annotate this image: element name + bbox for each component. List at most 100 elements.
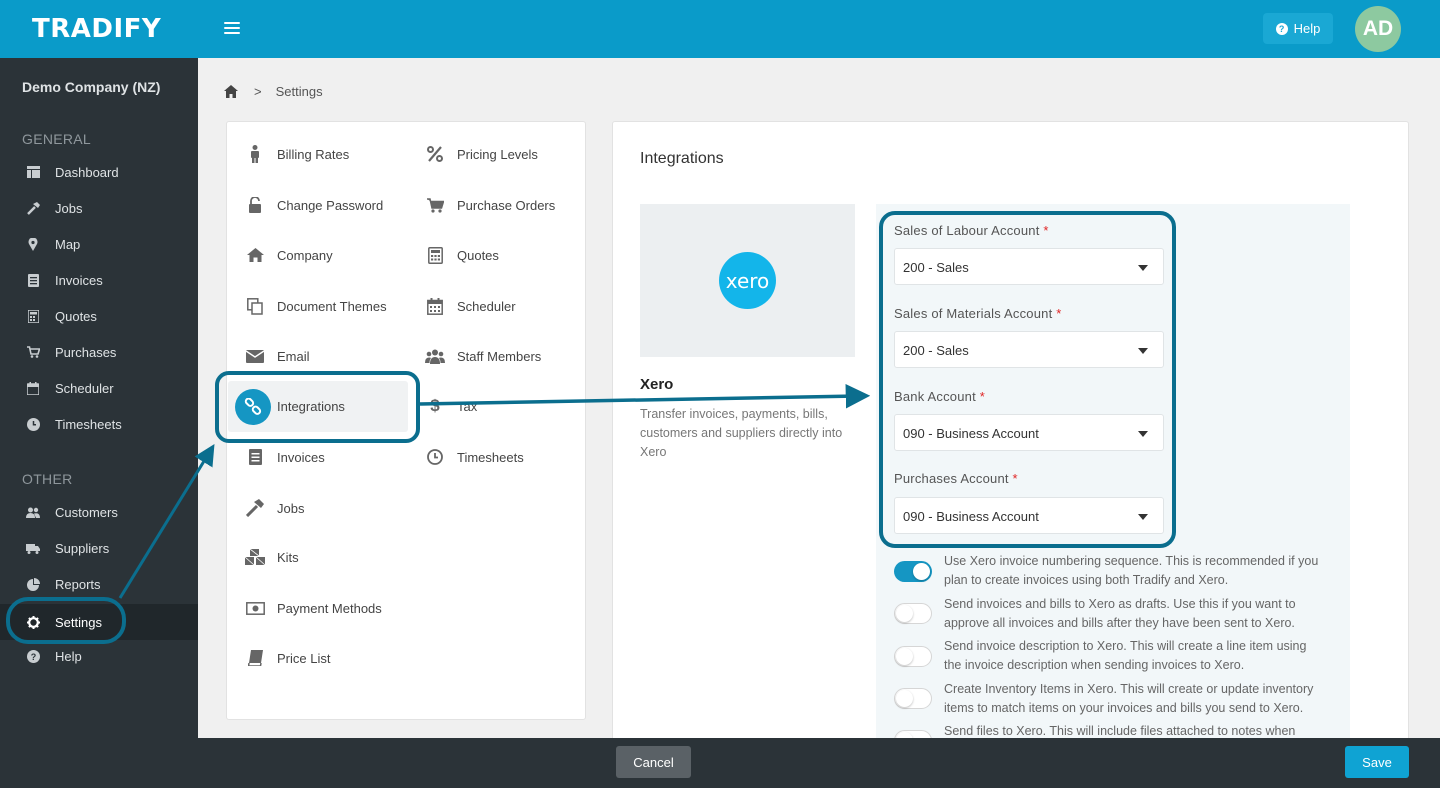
toggle-xero-numbering[interactable] bbox=[894, 561, 932, 582]
settings-item-jobs[interactable]: Jobs bbox=[244, 491, 404, 525]
settings-item-label: Integrations bbox=[277, 398, 345, 414]
bank-account-select[interactable]: 090 - Business Account bbox=[894, 414, 1164, 451]
settings-item-tax[interactable]: $ Tax bbox=[424, 389, 574, 423]
menu-toggle-icon[interactable] bbox=[224, 22, 240, 35]
help-button[interactable]: ? Help bbox=[1263, 13, 1333, 44]
sidebar-item-customers[interactable]: Customers bbox=[0, 497, 198, 527]
hammer-icon bbox=[244, 497, 266, 519]
settings-item-payment-methods[interactable]: Payment Methods bbox=[244, 591, 404, 625]
select-value: 090 - Business Account bbox=[903, 426, 1039, 441]
sales-materials-account-select[interactable]: 200 - Sales bbox=[894, 331, 1164, 368]
save-button[interactable]: Save bbox=[1345, 746, 1409, 778]
sidebar-item-invoices[interactable]: Invoices bbox=[0, 265, 198, 295]
unlock-icon bbox=[244, 194, 266, 216]
settings-item-label: Billing Rates bbox=[277, 146, 350, 162]
sidebar-item-label: Purchases bbox=[55, 344, 117, 360]
settings-item-label: Timesheets bbox=[457, 449, 524, 465]
settings-item-label: Purchase Orders bbox=[457, 197, 556, 213]
copy-icon bbox=[244, 295, 266, 317]
calendar-icon bbox=[424, 295, 446, 317]
sidebar-item-suppliers[interactable]: Suppliers bbox=[0, 533, 198, 563]
caret-down-icon bbox=[1138, 265, 1148, 271]
sidebar-item-timesheets[interactable]: Timesheets bbox=[0, 409, 198, 439]
sidebar-item-quotes[interactable]: Quotes bbox=[0, 301, 198, 331]
sidebar-item-reports[interactable]: Reports bbox=[0, 569, 198, 599]
settings-item-billing-rates[interactable]: Billing Rates bbox=[244, 137, 404, 171]
select-value: 200 - Sales bbox=[903, 343, 969, 358]
settings-item-label: Kits bbox=[277, 549, 299, 565]
purchases-account-select[interactable]: 090 - Business Account bbox=[894, 497, 1164, 534]
toggle-send-as-drafts[interactable] bbox=[894, 603, 932, 624]
avatar[interactable]: AD bbox=[1355, 6, 1401, 52]
users-icon bbox=[424, 345, 446, 367]
sidebar-item-label: Suppliers bbox=[55, 540, 110, 556]
settings-item-kits[interactable]: Kits bbox=[244, 540, 404, 574]
settings-item-pricing-levels[interactable]: Pricing Levels bbox=[424, 137, 574, 171]
cart-icon bbox=[26, 345, 40, 359]
toggle-create-inventory[interactable] bbox=[894, 688, 932, 709]
sidebar-item-settings[interactable]: Settings bbox=[0, 604, 198, 640]
sidebar-item-scheduler[interactable]: Scheduler bbox=[0, 373, 198, 403]
settings-item-change-password[interactable]: Change Password bbox=[244, 188, 404, 222]
settings-item-label: Scheduler bbox=[457, 298, 516, 314]
section-title-general: GENERAL bbox=[22, 131, 92, 147]
settings-item-label: Invoices bbox=[277, 449, 325, 465]
settings-item-label: Email bbox=[277, 348, 310, 364]
settings-item-label: Document Themes bbox=[277, 298, 387, 314]
field-label-sales-materials: Sales of Materials Account * bbox=[894, 306, 1062, 321]
breadcrumb-current: Settings bbox=[275, 84, 323, 99]
sidebar-item-dashboard[interactable]: Dashboard bbox=[0, 157, 198, 187]
settings-item-timesheets[interactable]: Timesheets bbox=[424, 440, 574, 474]
help-button-label: Help bbox=[1293, 21, 1321, 36]
sidebar-item-label: Invoices bbox=[55, 272, 103, 288]
invoice-icon bbox=[26, 273, 40, 287]
toggle-send-description[interactable] bbox=[894, 646, 932, 667]
breadcrumb: > Settings bbox=[224, 84, 323, 99]
field-label-bank-account: Bank Account * bbox=[894, 389, 985, 404]
sidebar-item-label: Quotes bbox=[55, 308, 97, 324]
breadcrumb-separator: > bbox=[254, 84, 262, 99]
settings-item-company[interactable]: Company bbox=[244, 238, 404, 272]
settings-item-scheduler[interactable]: Scheduler bbox=[424, 289, 574, 323]
clock-icon bbox=[26, 417, 40, 431]
settings-item-purchase-orders[interactable]: Purchase Orders bbox=[424, 188, 574, 222]
sidebar-item-purchases[interactable]: Purchases bbox=[0, 337, 198, 367]
question-icon: ? bbox=[1275, 22, 1288, 35]
caret-down-icon bbox=[1138, 431, 1148, 437]
settings-item-integrations[interactable]: Integrations bbox=[244, 389, 404, 423]
settings-item-price-list[interactable]: Price List bbox=[244, 641, 404, 675]
users-icon bbox=[26, 505, 40, 519]
tradify-logo[interactable]: TRADIFY bbox=[32, 14, 161, 44]
calculator-icon bbox=[424, 244, 446, 266]
svg-text:?: ? bbox=[30, 652, 36, 662]
settings-item-label: Staff Members bbox=[457, 348, 542, 364]
settings-item-quotes[interactable]: Quotes bbox=[424, 238, 574, 272]
sidebar-item-map[interactable]: Map bbox=[0, 229, 198, 259]
settings-item-invoices[interactable]: Invoices bbox=[244, 440, 404, 474]
settings-item-document-themes[interactable]: Document Themes bbox=[244, 289, 404, 323]
hammer-icon bbox=[26, 201, 40, 215]
settings-item-email[interactable]: Email bbox=[244, 339, 404, 373]
sales-labour-account-select[interactable]: 200 - Sales bbox=[894, 248, 1164, 285]
dashboard-icon bbox=[26, 165, 40, 179]
cart-icon bbox=[424, 194, 446, 216]
company-name[interactable]: Demo Company (NZ) bbox=[22, 79, 160, 95]
settings-item-staff-members[interactable]: Staff Members bbox=[424, 339, 574, 373]
xero-logo: xero bbox=[719, 252, 776, 309]
cancel-button[interactable]: Cancel bbox=[616, 746, 691, 778]
sidebar-item-label: Customers bbox=[55, 504, 118, 520]
home-icon[interactable] bbox=[224, 85, 238, 98]
cubes-icon bbox=[244, 546, 266, 568]
settings-item-label: Quotes bbox=[457, 247, 499, 263]
integration-description: Transfer invoices, payments, bills, cust… bbox=[640, 407, 843, 459]
clock-icon bbox=[424, 446, 446, 468]
book-icon bbox=[244, 647, 266, 669]
sidebar-item-label: Settings bbox=[55, 614, 102, 630]
map-pin-icon bbox=[26, 237, 40, 251]
sidebar-item-label: Scheduler bbox=[55, 380, 114, 396]
field-label-purchases-account: Purchases Account * bbox=[894, 471, 1018, 486]
sidebar-item-label: Help bbox=[55, 648, 82, 664]
sidebar-item-jobs[interactable]: Jobs bbox=[0, 193, 198, 223]
section-title-other: OTHER bbox=[22, 471, 73, 487]
sidebar-item-help[interactable]: ? Help bbox=[0, 641, 198, 671]
